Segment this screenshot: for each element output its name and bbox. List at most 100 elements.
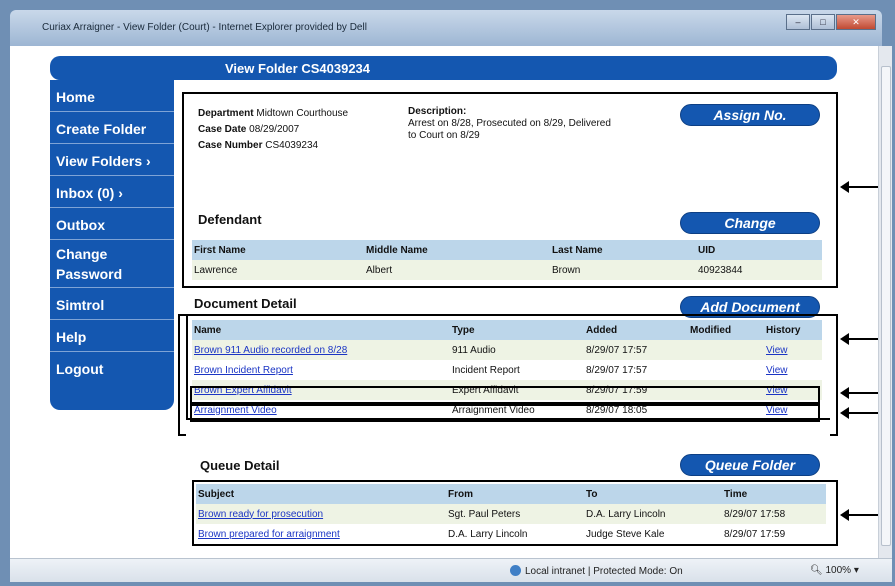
table-cell: Incident Report (452, 364, 520, 376)
description-line-2: to Court on 8/29 (408, 130, 480, 141)
column-header: Added (584, 320, 688, 340)
column-header: Modified (688, 320, 764, 340)
table-cell: Judge Steve Kale (586, 528, 665, 540)
description-line-1: Arrest on 8/28, Prosecuted on 8/29, Deli… (408, 118, 611, 129)
zoom-level: 100% (825, 565, 852, 576)
case-number-label: Case Number (198, 140, 263, 151)
case-number-value: CS4039234 (265, 140, 319, 151)
window-titlebar: Curiax Arraigner - View Folder (Court) -… (10, 10, 882, 46)
document-detail-title: Document Detail (194, 296, 297, 311)
column-header: History (764, 320, 822, 340)
row-highlight-box (190, 404, 820, 422)
sidebar-item-home[interactable]: Home (50, 88, 174, 112)
sidebar-item-view-folders[interactable]: View Folders › (50, 152, 174, 176)
history-view-link[interactable]: View (764, 360, 822, 380)
case-number-row: Case Number CS4039234 (198, 140, 318, 151)
table-cell: Albert (364, 260, 550, 280)
queue-subject-link[interactable]: Brown ready for prosecution (196, 504, 446, 524)
column-header: Name (192, 320, 450, 340)
sidebar-item-simtrol[interactable]: Simtrol (50, 296, 174, 320)
sidebar-item-change-password[interactable]: Change Password (50, 244, 174, 288)
column-header: Subject (196, 484, 446, 504)
case-date-value: 08/29/2007 (249, 124, 300, 135)
close-icon[interactable]: ✕ (836, 14, 876, 30)
table-row: Brown Incident Report Incident Report 8/… (192, 360, 822, 380)
document-bracket-right (830, 314, 838, 436)
callout-arrow (840, 181, 878, 193)
column-header: Type (450, 320, 584, 340)
department-value: Midtown Courthouse (256, 108, 349, 119)
callout-arrow (840, 407, 878, 419)
globe-icon (510, 565, 521, 576)
column-header: First Name (192, 240, 364, 260)
table-cell: 40923844 (696, 260, 822, 280)
zoom-control[interactable]: 🔍︎ 100% ▾ (810, 565, 859, 576)
table-header-row: Subject From To Time (196, 484, 826, 504)
defendant-table: First Name Middle Name Last Name UID Law… (192, 240, 822, 280)
minimize-icon[interactable]: – (786, 14, 810, 30)
document-bracket-left (178, 314, 186, 436)
column-header: Middle Name (364, 240, 550, 260)
table-header-row: First Name Middle Name Last Name UID (192, 240, 822, 260)
table-header-row: Name Type Added Modified History (192, 320, 822, 340)
queue-folder-button[interactable]: Queue Folder (680, 454, 820, 476)
document-link[interactable]: Brown 911 Audio recorded on 8/28 (192, 340, 450, 360)
callout-arrow (840, 387, 878, 399)
column-header: Time (722, 484, 826, 504)
sidebar-item-outbox[interactable]: Outbox (50, 216, 174, 240)
sidebar-item-help[interactable]: Help (50, 328, 174, 352)
case-date-label: Case Date (198, 124, 247, 135)
sidebar-item-create-folder[interactable]: Create Folder (50, 120, 174, 144)
table-row: Lawrence Albert Brown 40923844 (192, 260, 822, 280)
column-header: To (584, 484, 722, 504)
browser-viewport: View Folder CS4039234 Home Create Folder… (10, 46, 878, 558)
queue-detail-title: Queue Detail (200, 458, 280, 473)
table-row: Brown prepared for arraignment D.A. Larr… (196, 524, 826, 544)
table-cell: 8/29/07 17:57 (584, 340, 688, 360)
table-cell: Sgt. Paul Peters (446, 504, 584, 524)
assign-no-button[interactable]: Assign No. (680, 104, 820, 126)
maximize-icon[interactable]: □ (811, 14, 835, 30)
window-title: Curiax Arraigner - View Folder (Court) -… (42, 22, 367, 33)
table-cell: Lawrence (192, 260, 364, 280)
table-cell: 8/29/07 17:59 (724, 528, 786, 540)
callout-arrow (840, 333, 878, 345)
defendant-title: Defendant (198, 212, 262, 227)
page-header-bar: View Folder CS4039234 (50, 56, 837, 80)
scrollbar-thumb[interactable] (881, 66, 891, 546)
table-cell: D.A. Larry Lincoln (448, 528, 528, 540)
sidebar-item-label: Password (56, 266, 123, 282)
history-view-link[interactable]: View (764, 340, 822, 360)
table-row: Brown ready for prosecution Sgt. Paul Pe… (196, 504, 826, 524)
column-header: From (446, 484, 584, 504)
sidebar-nav: Home Create Folder View Folders › Inbox … (50, 80, 174, 410)
sidebar-item-inbox[interactable]: Inbox (0) › (50, 184, 174, 208)
table-cell (688, 360, 764, 380)
table-cell: D.A. Larry Lincoln (584, 504, 722, 524)
window-controls: – □ ✕ (785, 14, 876, 30)
sidebar-item-logout[interactable]: Logout (50, 360, 174, 384)
security-zone-label: Local intranet | Protected Mode: On (525, 566, 683, 577)
table-cell: 8/29/07 17:57 (586, 364, 648, 376)
document-link[interactable]: Brown Incident Report (192, 360, 450, 380)
queue-subject-link[interactable]: Brown prepared for arraignment (196, 524, 446, 544)
table-cell: 911 Audio (450, 340, 584, 360)
row-highlight-box (190, 386, 820, 404)
vertical-scrollbar[interactable] (878, 46, 892, 558)
status-bar: Local intranet | Protected Mode: On 🔍︎ 1… (10, 558, 892, 582)
table-cell: 8/29/07 17:58 (722, 504, 826, 524)
department-label: Department (198, 108, 254, 119)
queue-table: Subject From To Time Brown ready for pro… (196, 484, 826, 544)
column-header: UID (696, 240, 822, 260)
callout-arrow (840, 509, 878, 521)
table-cell: Brown (550, 260, 696, 280)
case-date-row: Case Date 08/29/2007 (198, 124, 299, 135)
column-header: Last Name (550, 240, 696, 260)
security-zone: Local intranet | Protected Mode: On (510, 565, 683, 577)
sidebar-item-label: Change (56, 246, 108, 262)
table-row: Brown 911 Audio recorded on 8/28 911 Aud… (192, 340, 822, 360)
description-label: Description: (408, 106, 467, 117)
change-defendant-button[interactable]: Change (680, 212, 820, 234)
department-row: Department Midtown Courthouse (198, 108, 348, 119)
page-title: View Folder CS4039234 (225, 61, 371, 76)
